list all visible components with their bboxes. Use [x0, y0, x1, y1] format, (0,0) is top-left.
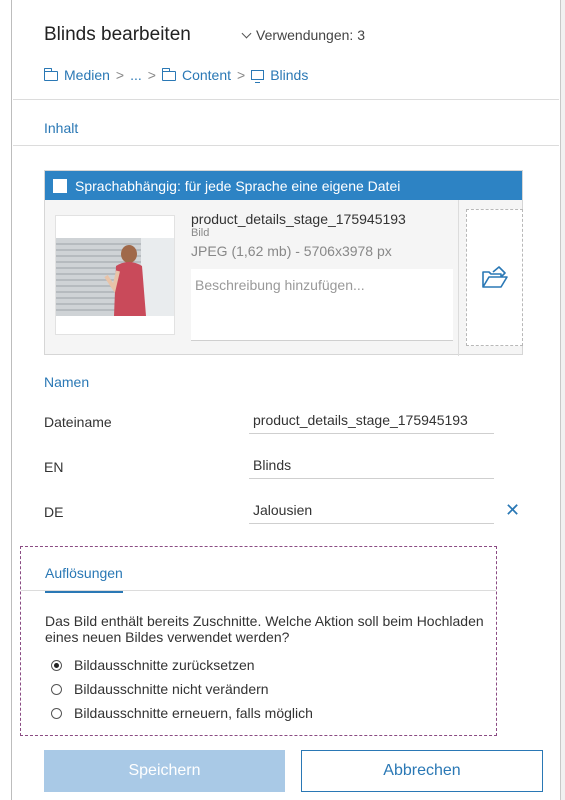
radio-button[interactable]	[51, 659, 62, 671]
row-label-de: DE	[44, 504, 64, 520]
radio-option-renew[interactable]: Bildausschnitte erneuern, falls möglich	[51, 705, 313, 721]
tab-inhalt[interactable]: Inhalt	[44, 120, 79, 148]
folder-icon	[44, 67, 58, 81]
file-meta: JPEG (1,62 mb) - 5706x3978 px	[191, 243, 392, 259]
description-input[interactable]: Beschreibung hinzufügen...	[191, 269, 453, 341]
image-thumbnail[interactable]	[55, 215, 175, 335]
name-de-input[interactable]: Jalousien	[249, 498, 494, 524]
radio-label: Bildausschnitte erneuern, falls möglich	[74, 705, 313, 721]
edit-blinds-dialog: Blinds bearbeiten Verwendungen: 3 Medien…	[0, 0, 565, 800]
row-label-en: EN	[44, 459, 64, 475]
breadcrumb-separator: >	[237, 67, 246, 83]
breadcrumb-item-blinds[interactable]: Blinds	[270, 67, 308, 83]
file-card: Sprachabhängig: für jede Sprache eine ei…	[44, 170, 523, 356]
names-section-title: Namen	[44, 374, 90, 390]
usage-label: Verwendungen: 3	[256, 27, 365, 43]
thumbnail-image	[56, 216, 174, 334]
breadcrumb-item-content[interactable]: Content	[182, 67, 231, 83]
window-scrollbar-track[interactable]	[560, 0, 565, 800]
name-en-input[interactable]: Blinds	[249, 453, 494, 479]
language-checkbox[interactable]	[53, 178, 67, 193]
cancel-button[interactable]: Abbrechen	[301, 750, 543, 792]
breadcrumb-item-medien[interactable]: Medien	[64, 67, 110, 83]
save-button[interactable]: Speichern	[44, 750, 285, 792]
row-label-dateiname: Dateiname	[44, 414, 112, 430]
language-toggle[interactable]: Sprachabhängig: für jede Sprache eine ei…	[45, 171, 522, 200]
clear-icon[interactable]: ✕	[505, 500, 520, 521]
radio-option-reset[interactable]: Bildausschnitte zurücksetzen	[51, 657, 255, 673]
dialog-title: Blinds bearbeiten	[44, 24, 191, 45]
breadcrumb: Medien > ... > Content > Blinds	[44, 67, 308, 83]
folder-open-icon	[481, 265, 508, 288]
content-panel: Sprachabhängig: für jede Sprache eine ei…	[13, 146, 559, 592]
dialog-footer: Speichern Abbrechen	[13, 736, 559, 800]
radio-label: Bildausschnitte zurücksetzen	[74, 657, 255, 673]
resolutions-question: Das Bild enthält bereits Zuschnitte. Wel…	[45, 613, 484, 645]
breadcrumb-separator: >	[115, 67, 125, 83]
resolutions-tab-bar: Auflösungen	[21, 547, 496, 593]
window-left-edge	[0, 0, 12, 800]
file-type: Bild	[191, 227, 210, 239]
language-toggle-label: Sprachabhängig: für jede Sprache eine ei…	[75, 177, 401, 194]
resolutions-panel: Auflösungen Das Bild enthält bereits Zus…	[20, 546, 497, 736]
chevron-down-icon	[241, 28, 252, 38]
monitor-icon	[251, 70, 265, 83]
breadcrumb-item-ellipsis[interactable]: ...	[130, 67, 142, 83]
tab-bar: Inhalt	[13, 100, 559, 148]
tab-aufloesungen[interactable]: Auflösungen	[45, 565, 123, 593]
divider	[458, 200, 459, 356]
breadcrumb-separator: >	[147, 67, 156, 83]
radio-button[interactable]	[51, 683, 62, 695]
filename-input[interactable]: product_details_stage_175945193	[249, 408, 494, 434]
radio-button[interactable]	[51, 707, 62, 719]
radio-label: Bildausschnitte nicht verändern	[74, 681, 269, 697]
upload-drop-zone[interactable]	[466, 209, 523, 346]
file-name: product_details_stage_175945193	[191, 211, 406, 227]
folder-icon	[161, 67, 176, 81]
dialog-header: Blinds bearbeiten Verwendungen: 3 Medien…	[13, 0, 559, 100]
radio-option-keep[interactable]: Bildausschnitte nicht verändern	[51, 681, 269, 697]
usage-dropdown[interactable]: Verwendungen: 3	[241, 27, 365, 43]
